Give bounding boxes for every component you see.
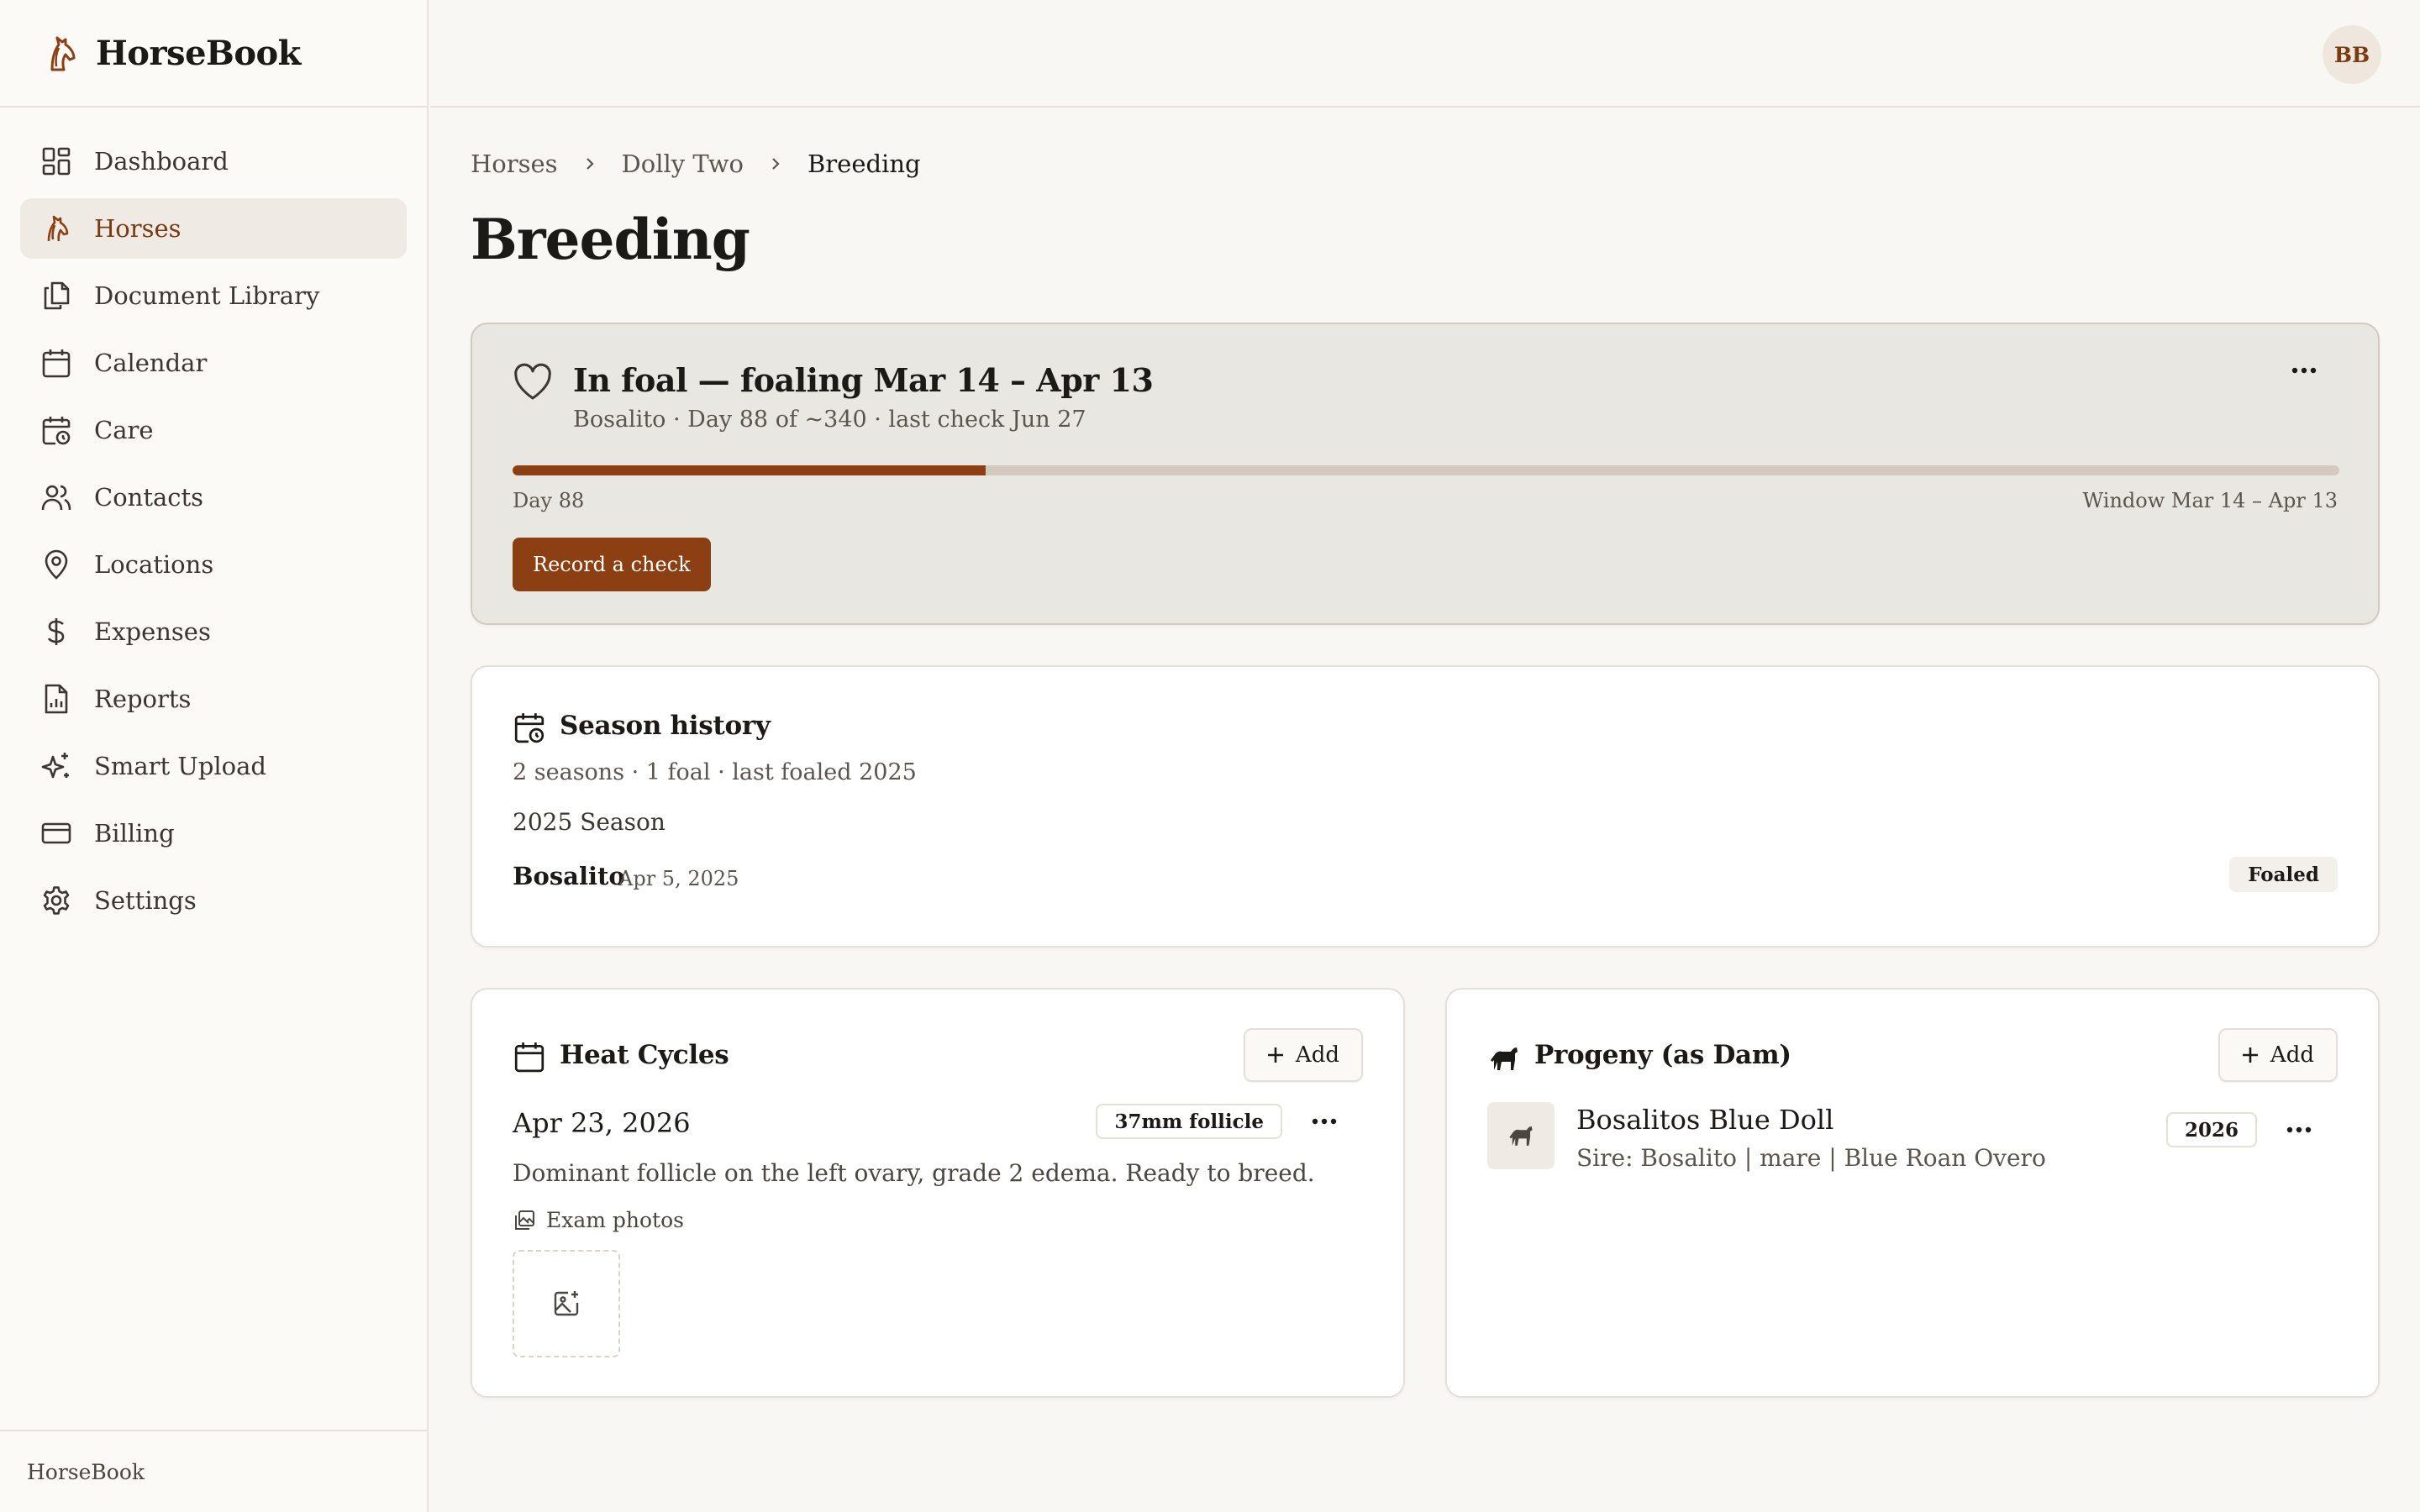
season-history-card: Season history 2 seasons · 1 foal · last… (471, 665, 2380, 948)
sidebar-item-calendar[interactable]: Calendar (20, 333, 407, 393)
progress-window-label: Window Mar 14 – Apr 13 (2082, 489, 2338, 512)
avatar[interactable]: BB (2323, 25, 2381, 84)
breadcrumb-horses[interactable]: Horses (471, 150, 558, 178)
credit-card-icon (41, 822, 71, 844)
progeny-title: Progeny (as Dam) (1534, 1040, 1791, 1070)
sparkles-icon (41, 753, 69, 779)
sidebar-item-label: Expenses (94, 617, 211, 646)
documents-icon (44, 281, 70, 310)
heat-cycle-date: Apr 23, 2026 (513, 1107, 691, 1139)
sidebar: HorseBook Dashboard Horses Document Libr… (0, 0, 429, 1512)
sidebar-item-horses[interactable]: Horses (20, 198, 407, 259)
season-history-title: Season history (560, 711, 771, 741)
gear-icon (43, 886, 70, 915)
sidebar-item-label: Reports (94, 685, 192, 713)
more-horizontal-icon (2286, 1126, 2312, 1133)
more-options-button[interactable] (2284, 358, 2324, 383)
season-label: 2025 Season (513, 808, 666, 836)
app-name: HorseBook (96, 33, 301, 73)
sidebar-item-settings[interactable]: Settings (20, 870, 407, 931)
sidebar-item-contacts[interactable]: Contacts (20, 467, 407, 528)
sidebar-item-label: Care (94, 416, 154, 444)
heat-cycles-title: Heat Cycles (560, 1040, 729, 1070)
more-horizontal-icon (2291, 367, 2317, 374)
foaling-title: In foal — foaling Mar 14 – Apr 13 (573, 361, 1154, 399)
users-icon (41, 485, 71, 511)
add-label: Add (2270, 1042, 2314, 1068)
sidebar-item-label: Locations (94, 550, 214, 579)
breadcrumb-breeding: Breeding (808, 150, 921, 178)
foal-thumbnail[interactable] (1487, 1102, 1555, 1169)
breadcrumb-dolly-two[interactable]: Dolly Two (622, 150, 744, 178)
dollar-icon (47, 618, 65, 645)
brand[interactable]: HorseBook (0, 0, 427, 108)
progeny-details: Sire: Bosalito | mare | Blue Roan Overo (1576, 1144, 2046, 1172)
heart-icon (514, 363, 551, 400)
map-pin-icon (45, 549, 68, 580)
horse-icon (47, 215, 69, 242)
sidebar-nav: Dashboard Horses Document Library Calend… (0, 108, 427, 931)
sidebar-item-billing[interactable]: Billing (20, 803, 407, 864)
more-horizontal-icon (1312, 1118, 1337, 1125)
sidebar-item-label: Document Library (94, 281, 320, 310)
add-photo-slot[interactable] (513, 1250, 620, 1357)
sidebar-item-label: Smart Upload (94, 752, 266, 780)
calendar-icon (514, 1042, 544, 1073)
images-icon (515, 1210, 534, 1230)
exam-photos-text: Exam photos (546, 1208, 684, 1232)
horse-logo-icon (50, 36, 76, 71)
sidebar-item-locations[interactable]: Locations (20, 534, 407, 595)
sidebar-footer: HorseBook (0, 1430, 427, 1512)
sidebar-item-care[interactable]: Care (20, 400, 407, 460)
calendar-clock-icon (514, 713, 544, 743)
season-summary: 2 seasons · 1 foal · last foaled 2025 (513, 759, 917, 785)
follicle-badge: 37mm follicle (1096, 1104, 1282, 1139)
season-sire: Bosalito (513, 862, 625, 890)
progeny-name[interactable]: Bosalitos Blue Doll (1576, 1104, 1833, 1136)
sidebar-item-label: Calendar (94, 349, 208, 377)
sidebar-item-expenses[interactable]: Expenses (20, 601, 407, 662)
add-heat-cycle-button[interactable]: Add (1243, 1028, 1363, 1082)
sidebar-item-label: Contacts (94, 483, 204, 512)
calendar-icon (42, 349, 71, 378)
sidebar-item-dashboard[interactable]: Dashboard (20, 131, 407, 192)
page-title: Breeding (471, 207, 750, 272)
plus-icon (2242, 1047, 2258, 1063)
season-date: Apr 5, 2025 (618, 867, 739, 890)
gestation-progress-fill (513, 465, 986, 475)
sidebar-item-label: Horses (94, 214, 182, 243)
progress-day-label: Day 88 (513, 489, 585, 512)
sidebar-item-smart-upload[interactable]: Smart Upload (20, 736, 407, 796)
breadcrumb: Horses Dolly Two Breeding (471, 150, 921, 178)
sidebar-item-document-library[interactable]: Document Library (20, 265, 407, 326)
foaling-status-card: In foal — foaling Mar 14 – Apr 13 Bosali… (471, 323, 2380, 625)
chevron-right-icon (586, 158, 594, 170)
dashboard-icon (42, 147, 71, 176)
status-badge: Foaled (2229, 857, 2338, 892)
sidebar-item-label: Billing (94, 819, 175, 848)
calendar-clock-icon (42, 417, 71, 445)
progeny-card: Progeny (as Dam) Add Bosalitos Blue Doll… (1445, 988, 2380, 1398)
sidebar-item-reports[interactable]: Reports (20, 669, 407, 729)
more-options-button[interactable] (1304, 1109, 1344, 1134)
horse-icon (1509, 1126, 1533, 1146)
heat-cycles-card: Heat Cycles Add Apr 23, 2026 37mm follic… (471, 988, 1405, 1398)
add-label: Add (1295, 1042, 1339, 1068)
more-options-button[interactable] (2279, 1117, 2319, 1142)
record-check-button[interactable]: Record a check (513, 538, 711, 591)
sidebar-item-label: Settings (94, 886, 197, 915)
progeny-year-badge: 2026 (2165, 1112, 2257, 1147)
sidebar-item-label: Dashboard (94, 147, 229, 176)
plus-icon (1267, 1047, 1283, 1063)
horse-icon (1491, 1047, 1518, 1070)
top-bar: BB (430, 0, 2420, 108)
foaling-subtitle: Bosalito · Day 88 of ~340 · last check J… (573, 407, 1086, 433)
add-progeny-button[interactable]: Add (2217, 1028, 2338, 1082)
chevron-right-icon (772, 158, 780, 170)
image-plus-icon (554, 1291, 579, 1316)
heat-cycle-note: Dominant follicle on the left ovary, gra… (513, 1159, 1315, 1187)
exam-photos-label: Exam photos (513, 1208, 684, 1232)
report-icon (45, 684, 68, 714)
gestation-progress-bar (513, 465, 2339, 475)
